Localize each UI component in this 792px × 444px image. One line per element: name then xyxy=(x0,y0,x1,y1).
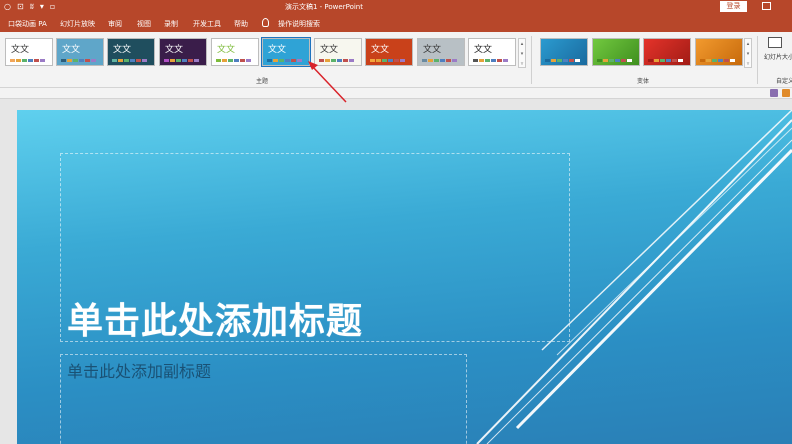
slide-size-button-label[interactable]: 幻灯片大小 xyxy=(764,54,792,62)
tab-slideshow[interactable]: 幻灯片放映 xyxy=(60,19,95,29)
theme-color-swatches xyxy=(112,59,147,62)
variants-gallery-scroll[interactable]: ▴ ▾ ▿ xyxy=(744,38,752,68)
quick-access-toolbar: ○ ⊡ ʬ ▾ ▫ xyxy=(4,1,55,13)
theme-thumbnail-label: 文文 xyxy=(268,45,287,55)
theme-color-swatches xyxy=(267,59,302,62)
collapse-ribbon-icon[interactable] xyxy=(782,89,790,97)
theme-thumbnail-label: 文文 xyxy=(474,45,493,55)
customize-qat-icon[interactable]: ▫ xyxy=(50,1,55,13)
variants-group-label: 变体 xyxy=(637,78,650,85)
login-button[interactable]: 登录 xyxy=(720,1,747,12)
title-bar: ○ ⊡ ʬ ▾ ▫ 演示文稿1 - PowerPoint 登录 xyxy=(0,0,792,14)
design-ribbon: 文文 文文 文文 文文 文文 文文 文文 文文 文文 文文 ▴ ▾ ▿ 主题 ▴ ▾ ▿ 变体 幻灯片大小… xyxy=(0,32,792,88)
customize-group-label: 自定义 xyxy=(776,78,792,85)
theme-thumbnail-label: 文文 xyxy=(113,45,132,55)
theme-thumbnail-label: 文文 xyxy=(11,45,30,55)
tab-review[interactable]: 审阅 xyxy=(108,19,122,29)
variant-thumbnail[interactable] xyxy=(540,38,588,66)
tab-help[interactable]: 帮助 xyxy=(234,19,248,29)
variant-color-swatches xyxy=(545,59,580,62)
font-icon[interactable]: ʬ xyxy=(30,1,34,13)
theme-color-swatches xyxy=(422,59,457,62)
theme-thumbnail[interactable]: 文文 xyxy=(5,38,53,66)
variant-color-swatches xyxy=(597,59,632,62)
theme-color-swatches xyxy=(319,59,354,62)
group-separator xyxy=(531,36,532,84)
theme-color-swatches xyxy=(164,59,199,62)
variant-color-swatches xyxy=(648,59,683,62)
theme-color-swatches xyxy=(10,59,45,62)
variant-thumbnail[interactable] xyxy=(592,38,640,66)
theme-thumbnail[interactable]: 文文 xyxy=(159,38,207,66)
lightbulb-icon xyxy=(262,18,269,27)
group-separator xyxy=(757,36,758,84)
theme-thumbnail-label: 文文 xyxy=(371,45,390,55)
theme-color-swatches xyxy=(473,59,508,62)
theme-thumbnail-label: 文文 xyxy=(62,45,81,55)
theme-thumbnail-label: 文文 xyxy=(320,45,339,55)
theme-thumbnail[interactable]: 文文 xyxy=(314,38,362,66)
tab-developer[interactable]: 开发工具 xyxy=(193,19,221,29)
theme-color-swatches xyxy=(370,59,405,62)
theme-thumbnail[interactable]: 文文 xyxy=(468,38,516,66)
theme-color-swatches xyxy=(216,59,251,62)
ribbon-collapse-strip xyxy=(0,88,792,99)
tab-pocket-animation[interactable]: 口袋动画 PA xyxy=(8,19,47,29)
restore-window-icon[interactable] xyxy=(762,2,771,10)
theme-thumbnail-label: 文文 xyxy=(165,45,184,55)
slide-canvas[interactable]: 单击此处添加标题 单击此处添加副标题 xyxy=(17,110,792,444)
designer-icon[interactable] xyxy=(770,89,778,97)
ribbon-tabs: 口袋动画 PA 幻灯片放映 审阅 视图 录制 开发工具 帮助 操作说明搜索 xyxy=(0,14,792,32)
theme-color-swatches xyxy=(61,59,96,62)
touch-mode-icon[interactable]: ⊡ xyxy=(17,1,24,13)
document-title: 演示文稿1 - PowerPoint xyxy=(285,3,363,11)
slide-size-icon[interactable] xyxy=(768,37,782,48)
slide-title[interactable]: 单击此处添加标题 xyxy=(67,292,363,344)
autosave-icon[interactable]: ○ xyxy=(4,1,11,13)
theme-thumbnail[interactable]: 文文 xyxy=(211,38,259,66)
theme-thumbnail[interactable]: 文文 xyxy=(107,38,155,66)
theme-thumbnail-label: 文文 xyxy=(423,45,442,55)
variant-thumbnail[interactable] xyxy=(643,38,691,66)
tab-record[interactable]: 录制 xyxy=(164,19,178,29)
tab-view[interactable]: 视图 xyxy=(137,19,151,29)
chevron-down-icon[interactable]: ▾ xyxy=(40,1,44,13)
themes-gallery-scroll[interactable]: ▴ ▾ ▿ xyxy=(518,38,526,68)
variant-color-swatches xyxy=(700,59,735,62)
theme-thumbnail[interactable]: 文文 xyxy=(417,38,465,66)
theme-thumbnail[interactable]: 文文 xyxy=(56,38,104,66)
variant-thumbnail[interactable] xyxy=(695,38,743,66)
theme-thumbnail[interactable]: 文文 xyxy=(365,38,413,66)
tell-me-search[interactable]: 操作说明搜索 xyxy=(278,19,320,29)
slide-subtitle[interactable]: 单击此处添加副标题 xyxy=(67,358,211,382)
theme-thumbnail[interactable]: 文文 xyxy=(261,37,311,67)
themes-group-label: 主题 xyxy=(256,78,269,85)
theme-thumbnail-label: 文文 xyxy=(217,45,236,55)
